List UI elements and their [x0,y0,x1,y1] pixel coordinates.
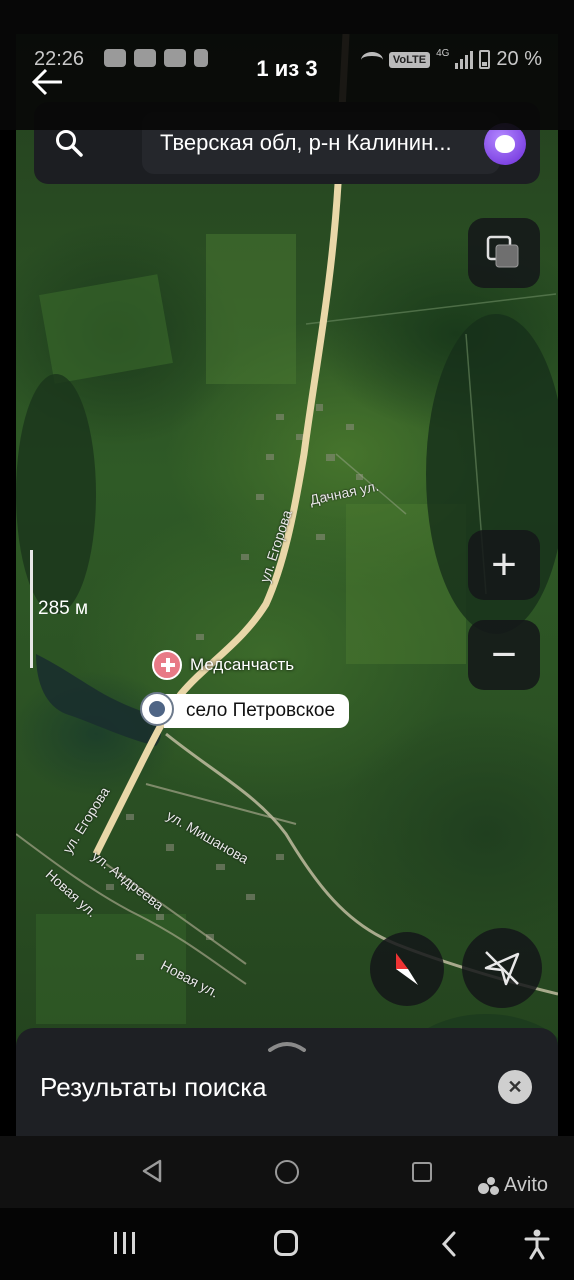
location-off-icon [484,951,520,986]
nav-back-icon[interactable] [140,1158,164,1184]
nav-recent-icon[interactable] [412,1162,432,1182]
medical-cross-icon [152,650,182,680]
my-location-button[interactable] [462,928,542,1008]
nav-home-icon[interactable] [275,1160,299,1184]
scale-bar [30,550,33,668]
layers-icon [486,235,519,268]
avito-watermark: Avito [477,1174,548,1197]
sheet-title: Результаты поиска [40,1072,267,1102]
image-counter: 1 из 3 [256,56,318,81]
close-button[interactable]: ✕ [498,1070,532,1104]
selected-place-label[interactable]: село Петровское [164,694,350,728]
poi-medical-label: Медсанчасть [190,655,295,674]
compass-icon [396,953,418,985]
avito-brand: Avito [503,1174,548,1196]
zoom-in-button[interactable]: + [468,530,540,600]
accessibility-icon[interactable] [522,1228,552,1260]
recent-apps-icon[interactable] [114,1232,135,1254]
home-icon[interactable] [274,1230,298,1256]
poi-medical[interactable]: Медсанчасть [152,650,294,680]
sheet-handle-icon[interactable] [267,1038,307,1052]
app-nav-bar: Avito [0,1136,574,1208]
back-icon[interactable] [440,1230,458,1258]
place-pin-icon[interactable] [140,692,174,726]
search-icon[interactable] [54,128,84,158]
scale-label: 285 м [38,598,89,619]
system-nav-bar [0,1208,574,1280]
avito-logo-icon [477,1176,500,1195]
results-sheet[interactable]: Результаты поиска ✕ [16,1028,558,1136]
layers-button[interactable] [468,218,540,288]
zoom-out-button[interactable]: − [468,620,540,690]
compass-button[interactable] [370,932,444,1006]
